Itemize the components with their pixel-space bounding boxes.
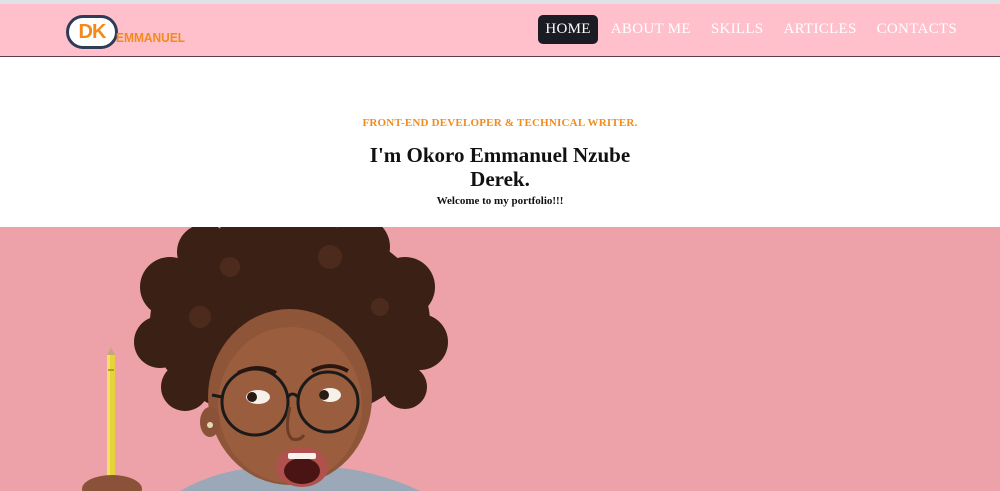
hero-image <box>0 227 1000 491</box>
main-nav: HOME ABOUT ME SKILLS ARTICLES CONTACTS <box>538 15 964 44</box>
hero-role: FRONT-END DEVELOPER & TECHNICAL WRITER. <box>362 117 638 129</box>
nav-articles[interactable]: ARTICLES <box>776 15 863 44</box>
pencil-icon <box>107 347 115 491</box>
hero-intro: FRONT-END DEVELOPER & TECHNICAL WRITER. … <box>0 58 1000 227</box>
nav-home[interactable]: HOME <box>538 15 598 44</box>
logo-name: EMMANUEL <box>116 29 186 45</box>
hero-name: I'm Okoro Emmanuel Nzube Derek. <box>369 143 631 191</box>
nav-contacts[interactable]: CONTACTS <box>870 15 964 44</box>
site-logo[interactable]: DK EMMANUEL <box>66 14 191 50</box>
logo-badge: DK <box>66 15 118 49</box>
hero-portrait-illustration <box>0 227 1000 491</box>
hero-welcome: Welcome to my portfolio!!! <box>436 195 564 207</box>
navbar: DK EMMANUEL HOME ABOUT ME SKILLS ARTICLE… <box>0 4 1000 57</box>
nav-skills[interactable]: SKILLS <box>704 15 771 44</box>
nav-about-me[interactable]: ABOUT ME <box>604 15 698 44</box>
logo-mark: DK <box>78 20 107 43</box>
